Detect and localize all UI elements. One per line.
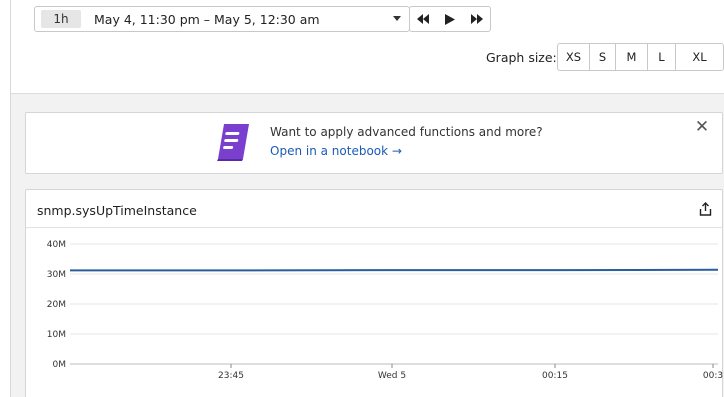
y-tick-label: 30M xyxy=(47,270,66,280)
fast-forward-button[interactable] xyxy=(463,7,490,31)
x-tick-label: 00:15 xyxy=(542,371,568,381)
graph-size-l-button[interactable]: L xyxy=(648,44,676,70)
y-tick-label: 20M xyxy=(47,300,66,310)
fast-forward-icon xyxy=(470,14,483,24)
notebook-banner: Want to apply advanced functions and mor… xyxy=(25,112,723,174)
close-icon[interactable]: ✕ xyxy=(694,119,710,136)
widget-title: snmp.sysUpTimeInstance xyxy=(37,203,197,218)
timeframe-toolbar: 1h May 4, 11:30 pm – May 5, 12:30 am Gra… xyxy=(11,0,724,93)
widget-header: snmp.sysUpTimeInstance xyxy=(26,190,722,228)
y-tick-label: 10M xyxy=(47,330,66,340)
notebook-icon xyxy=(217,124,249,161)
series-line xyxy=(70,268,719,272)
graph-size-xl-button[interactable]: XL xyxy=(676,44,723,70)
banner-title: Want to apply advanced functions and mor… xyxy=(270,125,543,139)
graph-size-selector: XS S M L XL xyxy=(557,43,724,71)
play-button[interactable] xyxy=(437,7,464,31)
rewind-icon xyxy=(417,14,430,24)
timeseries-chart: 40M 30M 20M 10M 0M 23:45 Wed 5 00:15 00:3 xyxy=(47,240,723,381)
share-icon[interactable] xyxy=(699,202,712,216)
time-step-controls xyxy=(409,6,491,32)
graph-size-m-button[interactable]: M xyxy=(616,44,648,70)
open-in-notebook-link[interactable]: Open in a notebook → xyxy=(270,144,402,158)
graph-size-s-button[interactable]: S xyxy=(590,44,616,70)
graph-size-xs-button[interactable]: XS xyxy=(558,44,590,70)
x-tick-label: 23:45 xyxy=(218,371,244,381)
x-tick-label: Wed 5 xyxy=(378,371,406,381)
graph-size-label: Graph size: xyxy=(486,50,557,65)
range-text: May 4, 11:30 pm – May 5, 12:30 am xyxy=(94,11,320,27)
rewind-button[interactable] xyxy=(410,7,437,31)
y-tick-label: 40M xyxy=(47,240,66,250)
x-tick-label: 00:3 xyxy=(703,371,723,381)
y-tick-label: 0M xyxy=(53,360,67,370)
chevron-down-icon[interactable] xyxy=(393,16,401,21)
graph-widget: snmp.sysUpTimeInstance 40M 30M 20M 10M 0M 23:… xyxy=(25,189,723,397)
time-range-picker[interactable]: 1h May 4, 11:30 pm – May 5, 12:30 am xyxy=(34,6,410,32)
play-icon xyxy=(445,13,455,25)
range-duration-badge: 1h xyxy=(41,10,81,28)
